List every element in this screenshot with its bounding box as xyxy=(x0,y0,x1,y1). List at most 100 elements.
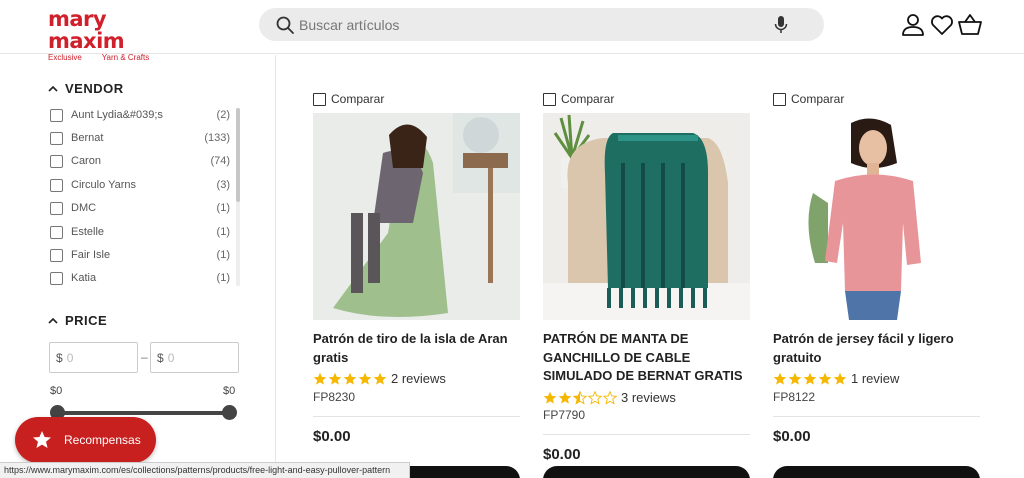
star-full-icon xyxy=(313,372,327,385)
star-half-icon xyxy=(573,390,587,405)
chevron-up-icon xyxy=(48,85,58,92)
price-range-dash: – xyxy=(141,350,148,364)
product-image[interactable] xyxy=(773,113,980,320)
star-full-icon xyxy=(803,372,817,385)
rating: 1 review xyxy=(773,371,899,386)
price-filter-header[interactable]: PRICE xyxy=(48,313,107,328)
vendor-label: Katia xyxy=(71,272,97,284)
rating: 3 reviews xyxy=(543,390,676,405)
compare-toggle[interactable]: Comparar xyxy=(543,92,614,106)
product-image[interactable] xyxy=(543,113,750,320)
rewards-button[interactable]: Recompensas xyxy=(15,417,156,463)
star-full-icon xyxy=(558,391,572,404)
price-max-value: $0 xyxy=(223,385,236,397)
vendor-checkbox[interactable] xyxy=(50,108,63,122)
link-preview-statusbar: https://www.marymaxim.com/es/collections… xyxy=(0,462,410,478)
star-full-icon xyxy=(818,372,832,385)
vendor-option[interactable]: Aunt Lydia&#039;s (2) xyxy=(50,106,233,124)
vendor-checkbox[interactable] xyxy=(50,271,63,285)
review-count[interactable]: 3 reviews xyxy=(621,390,676,405)
vendor-option[interactable]: DMC (1) xyxy=(50,199,233,217)
star-full-icon xyxy=(788,372,802,385)
user-icon[interactable] xyxy=(900,12,926,38)
product-sku: FP8230 xyxy=(313,390,356,404)
compare-checkbox[interactable] xyxy=(313,92,326,106)
price-max-field[interactable]: $0 xyxy=(150,342,239,373)
vendor-label: DMC xyxy=(71,202,97,214)
brand-name: mary maxim xyxy=(48,7,125,53)
product-price: $0.00 xyxy=(543,446,581,463)
divider xyxy=(773,416,980,417)
vendor-scrollbar[interactable] xyxy=(236,108,240,286)
vendor-count: (1) xyxy=(216,226,230,238)
price-slider-max-handle[interactable] xyxy=(222,405,237,420)
add-to-cart-button[interactable] xyxy=(773,466,980,478)
product-title[interactable]: Patrón de tiro de la isla de Aran gratis xyxy=(313,330,520,367)
price-max-placeholder: 0 xyxy=(167,350,175,365)
product-sku: FP8122 xyxy=(773,390,816,404)
star-full-icon xyxy=(773,372,787,385)
vendor-option[interactable]: Fair Isle (1) xyxy=(50,246,233,264)
compare-label: Comparar xyxy=(791,92,845,106)
product-price: $0.00 xyxy=(313,428,351,445)
add-to-cart-button[interactable] xyxy=(543,466,750,478)
vendor-checkbox[interactable] xyxy=(50,225,63,239)
star-full-icon xyxy=(833,372,847,385)
vendor-option[interactable]: Estelle (1) xyxy=(50,223,233,241)
filter-sidebar: VENDOR Aunt Lydia&#039;s (2) Bernat (133) … xyxy=(0,55,276,478)
price-min-field[interactable]: $0 xyxy=(49,342,138,373)
vendor-count: (74) xyxy=(210,155,230,167)
compare-checkbox[interactable] xyxy=(773,92,786,106)
price-filter-title: PRICE xyxy=(65,313,108,328)
heart-icon[interactable] xyxy=(929,12,955,38)
star-empty-icon xyxy=(603,390,617,405)
vendor-checkbox[interactable] xyxy=(50,131,63,145)
vendor-label: Circulo Yarns xyxy=(71,179,137,191)
cart-icon[interactable] xyxy=(957,12,983,38)
microphone-icon[interactable] xyxy=(773,15,789,35)
search-input[interactable] xyxy=(299,8,779,41)
vendor-option[interactable]: Caron (74) xyxy=(50,152,233,170)
review-count[interactable]: 1 review xyxy=(851,371,899,386)
compare-toggle[interactable]: Comparar xyxy=(773,92,844,106)
price-min-placeholder: 0 xyxy=(66,350,74,365)
star-full-icon xyxy=(343,372,357,385)
vendor-label: Estelle xyxy=(71,226,105,238)
compare-label: Comparar xyxy=(561,92,615,106)
product-sku: FP7790 xyxy=(543,408,586,422)
divider xyxy=(543,434,750,435)
product-title[interactable]: PATRÓN DE MANTA DE GANCHILLO DE CABLE SI… xyxy=(543,330,750,386)
vendor-label: Fair Isle xyxy=(71,249,111,261)
vendor-scrollbar-thumb[interactable] xyxy=(236,108,240,202)
vendor-option[interactable]: Bernat (133) xyxy=(50,129,233,147)
vendor-label: Caron xyxy=(71,155,101,167)
vendor-option[interactable]: Circulo Yarns (3) xyxy=(50,176,233,194)
currency-symbol: $ xyxy=(157,350,164,365)
site-header: mary maxim Exclusive Yarn & Crafts xyxy=(0,0,1024,62)
star-full-icon xyxy=(328,372,342,385)
divider xyxy=(313,416,520,417)
review-count[interactable]: 2 reviews xyxy=(391,371,446,386)
brand-logo[interactable]: mary maxim Exclusive Yarn & Crafts xyxy=(48,8,188,62)
vendor-checkbox[interactable] xyxy=(50,154,63,168)
compare-toggle[interactable]: Comparar xyxy=(313,92,384,106)
vendor-count: (1) xyxy=(216,249,230,261)
star-full-icon xyxy=(373,372,387,385)
vendor-checkbox[interactable] xyxy=(50,178,63,192)
product-title[interactable]: Patrón de jersey fácil y ligero gratuito xyxy=(773,330,980,367)
search-icon[interactable] xyxy=(275,15,295,35)
compare-label: Comparar xyxy=(331,92,385,106)
product-image[interactable] xyxy=(313,113,520,320)
vendor-checkbox[interactable] xyxy=(50,201,63,215)
star-icon xyxy=(33,431,51,448)
star-full-icon xyxy=(358,372,372,385)
rating: 2 reviews xyxy=(313,371,446,386)
vendor-label: Bernat xyxy=(71,132,104,144)
compare-checkbox[interactable] xyxy=(543,92,556,106)
vendor-count: (133) xyxy=(204,132,230,144)
vendor-checkbox[interactable] xyxy=(50,248,63,262)
vendor-filter-header[interactable]: VENDOR xyxy=(48,81,124,96)
price-slider-track[interactable] xyxy=(56,411,230,415)
vendor-count: (3) xyxy=(216,179,230,191)
vendor-option[interactable]: Katia (1) xyxy=(50,269,233,287)
